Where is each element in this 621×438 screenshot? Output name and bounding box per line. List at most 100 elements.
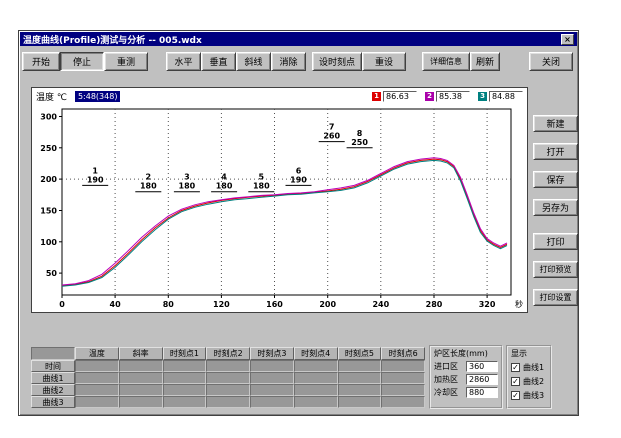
- svg-text:秒: 秒: [515, 299, 523, 309]
- set-timepoint-button[interactable]: 设时刻点: [312, 52, 362, 71]
- table-cell: [119, 396, 163, 408]
- curve3-checkbox-label: 曲线3: [523, 390, 544, 401]
- table-col-header: 温度: [75, 347, 119, 360]
- furnace-field-heating: 加热区 2860: [431, 374, 501, 385]
- curve3-value: 84.88: [489, 91, 523, 102]
- table-row-header: 时间: [31, 360, 75, 372]
- svg-text:190: 190: [290, 175, 307, 184]
- open-button[interactable]: 打开: [533, 143, 578, 160]
- svg-text:200: 200: [319, 300, 336, 309]
- title-bar[interactable]: 温度曲线(Profile)测试与分析 -- 005.wdx ×: [20, 32, 577, 46]
- table-cell: [206, 360, 250, 372]
- table-cell: [294, 360, 338, 372]
- table-col-header: 时刻点5: [338, 347, 382, 360]
- table-cell: [338, 372, 382, 384]
- curve1-checkbox-label: 曲线1: [523, 362, 544, 373]
- table-cell: [381, 360, 425, 372]
- cooling-zone-input[interactable]: 880: [466, 387, 498, 398]
- table-cell: [206, 372, 250, 384]
- print-button[interactable]: 打印: [533, 233, 578, 250]
- details-button[interactable]: 详细信息: [422, 52, 470, 71]
- svg-text:250: 250: [351, 138, 368, 147]
- svg-text:180: 180: [253, 182, 270, 191]
- horizontal-line-button[interactable]: 水平: [166, 52, 201, 71]
- svg-text:2: 2: [146, 173, 152, 182]
- svg-text:5: 5: [259, 173, 265, 182]
- close-icon[interactable]: ×: [561, 34, 574, 45]
- data-table: 温度斜率时刻点1时刻点2时刻点3时刻点4时刻点5时刻点6时间曲线1曲线2曲线3: [31, 347, 425, 408]
- slope-line-button[interactable]: 斜线: [236, 52, 271, 71]
- table-cell: [250, 396, 294, 408]
- svg-text:150: 150: [40, 207, 57, 216]
- heating-zone-label: 加热区: [434, 374, 458, 385]
- curve3-checkbox[interactable]: ✓ 曲线3: [511, 390, 549, 401]
- curve2-checkbox[interactable]: ✓ 曲线2: [511, 376, 549, 387]
- svg-text:3: 3: [184, 173, 190, 182]
- table-cell: [119, 360, 163, 372]
- vertical-line-button[interactable]: 垂直: [201, 52, 236, 71]
- table-cell: [250, 384, 294, 396]
- table-row-header: 曲线1: [31, 372, 75, 384]
- new-button[interactable]: 新建: [533, 115, 578, 132]
- table-cell: [338, 360, 382, 372]
- toolbar: 开始 停止 重测 水平 垂直 斜线 消除 设时刻点 重设 详细信息 刷新 关闭: [19, 47, 578, 73]
- table-cell: [294, 396, 338, 408]
- legend-item-curve2: 2 85.38: [425, 91, 470, 102]
- heating-zone-input[interactable]: 2860: [466, 374, 498, 385]
- svg-text:160: 160: [266, 300, 283, 309]
- checkbox-checked-icon: ✓: [511, 363, 520, 372]
- chart-box: 温度 ℃ 5:48(348) 1 86.63 2 85.38 3 84.88 0…: [31, 87, 528, 313]
- legend-item-curve1: 1 86.63: [372, 91, 417, 102]
- svg-text:4: 4: [221, 173, 227, 182]
- table-cell: [75, 396, 119, 408]
- svg-text:280: 280: [426, 300, 443, 309]
- save-as-button[interactable]: 另存为: [533, 199, 578, 216]
- cooling-zone-label: 冷却区: [434, 387, 458, 398]
- save-button[interactable]: 保存: [533, 171, 578, 188]
- table-cell: [338, 396, 382, 408]
- legend: 1 86.63 2 85.38 3 84.88: [372, 91, 523, 102]
- table-cell: [163, 384, 207, 396]
- table-cell: [381, 384, 425, 396]
- curve3-color-icon: 3: [478, 92, 487, 101]
- inlet-zone-input[interactable]: 360: [466, 361, 498, 372]
- svg-text:190: 190: [87, 175, 104, 184]
- svg-text:120: 120: [213, 300, 230, 309]
- temperature-unit-label: 温度 ℃: [36, 90, 67, 103]
- svg-text:50: 50: [46, 269, 58, 278]
- svg-text:250: 250: [40, 144, 57, 153]
- furnace-panel: 炉区长度(mm) 进口区 360 加热区 2860 冷却区 880: [429, 345, 503, 409]
- table-cell: [250, 372, 294, 384]
- svg-text:320: 320: [479, 300, 496, 309]
- retest-button[interactable]: 重测: [104, 52, 148, 71]
- furnace-field-cooling: 冷却区 880: [431, 387, 501, 398]
- table-cell: [294, 372, 338, 384]
- svg-text:200: 200: [40, 175, 57, 184]
- curve2-color-icon: 2: [425, 92, 434, 101]
- table-row-header: 曲线2: [31, 384, 75, 396]
- curve2-value: 85.38: [436, 91, 470, 102]
- refresh-button[interactable]: 刷新: [470, 52, 500, 71]
- table-col-header: 时刻点6: [381, 347, 425, 360]
- table-cell: [381, 396, 425, 408]
- checkbox-checked-icon: ✓: [511, 391, 520, 400]
- print-setup-button[interactable]: 打印设置: [533, 289, 578, 306]
- start-button[interactable]: 开始: [22, 52, 60, 71]
- profile-chart-svg[interactable]: 0408012016020024028032050100150200250300…: [32, 103, 527, 312]
- stop-button[interactable]: 停止: [60, 52, 104, 71]
- table-col-header: 时刻点1: [163, 347, 207, 360]
- svg-text:100: 100: [40, 238, 57, 247]
- table-cell: [381, 372, 425, 384]
- curve2-checkbox-label: 曲线2: [523, 376, 544, 387]
- curve1-checkbox[interactable]: ✓ 曲线1: [511, 362, 549, 373]
- close-button[interactable]: 关闭: [529, 52, 573, 71]
- reset-button[interactable]: 重设: [362, 52, 406, 71]
- display-panel-title: 显示: [508, 347, 550, 359]
- print-preview-button[interactable]: 打印预览: [533, 261, 578, 278]
- table-cell: [206, 384, 250, 396]
- svg-text:240: 240: [372, 300, 389, 309]
- table-row-header: 曲线3: [31, 396, 75, 408]
- time-readout: 5:48(348): [75, 91, 120, 102]
- erase-button[interactable]: 消除: [271, 52, 306, 71]
- furnace-panel-title: 炉区长度(mm): [431, 347, 501, 359]
